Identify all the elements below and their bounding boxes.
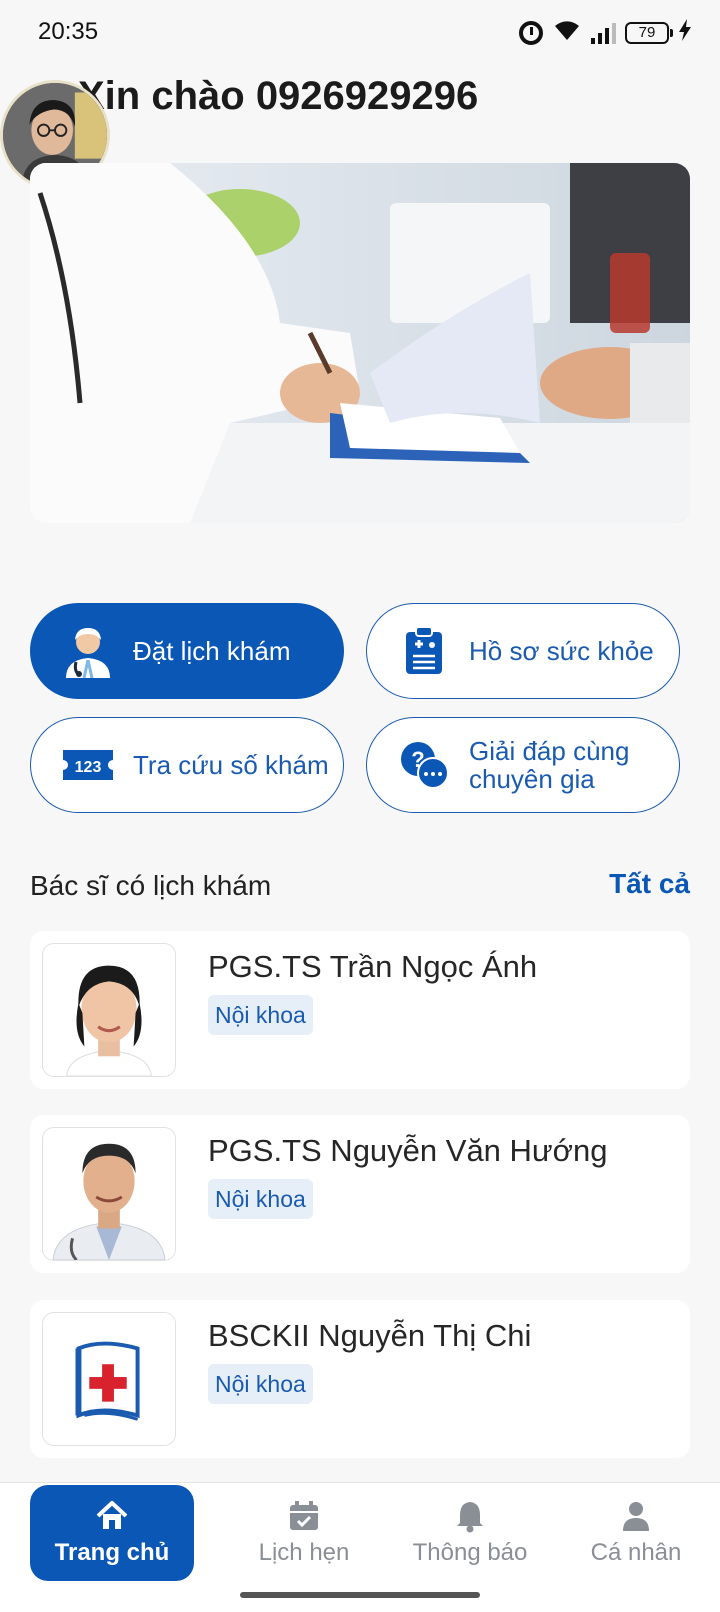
nav-appointments-label: Lịch hẹn xyxy=(258,1539,350,1566)
doctor-photo xyxy=(42,1127,176,1261)
calendar-icon xyxy=(290,1501,318,1530)
lookup-number-label: Tra cứu số khám xyxy=(133,750,329,780)
doctor-name: PGS.TS Trần Ngọc Ánh xyxy=(208,949,538,984)
doctor-icon xyxy=(61,624,115,678)
nav-notifications[interactable]: Thông báo xyxy=(388,1485,552,1581)
home-indicator[interactable] xyxy=(240,1592,480,1598)
nav-profile[interactable]: Cá nhân xyxy=(554,1485,718,1581)
status-icons: 79 xyxy=(519,18,692,47)
doctor-card[interactable]: PGS.TS Trần Ngọc Ánh Nội khoa xyxy=(30,931,690,1089)
lookup-number-button[interactable]: 123 Tra cứu số khám xyxy=(30,717,344,813)
quick-actions: Đặt lịch khám Hồ sơ sức khỏe 123 Tra cứu… xyxy=(30,603,681,813)
hero-banner xyxy=(30,163,690,523)
status-time: 20:35 xyxy=(38,18,99,45)
alarm-icon xyxy=(519,20,543,45)
doctor-name: PGS.TS Nguyễn Văn Hướng xyxy=(208,1133,608,1168)
nav-profile-label: Cá nhân xyxy=(590,1539,682,1566)
ticket-number-icon: 123 xyxy=(61,738,115,792)
battery-icon: 79 xyxy=(625,21,673,44)
question-chat-icon: ? xyxy=(397,738,451,792)
nav-appointments[interactable]: Lịch hẹn xyxy=(222,1485,386,1581)
nav-home[interactable]: Trang chủ xyxy=(30,1485,194,1581)
doctor-card[interactable]: PGS.TS Nguyễn Văn Hướng Nội khoa xyxy=(30,1115,690,1273)
nav-home-label: Trang chủ xyxy=(54,1539,170,1566)
specialty-badge: Nội khoa xyxy=(208,1364,313,1404)
status-bar: 20:35 79 xyxy=(0,0,720,66)
wifi-icon xyxy=(552,18,582,47)
signal-icon xyxy=(591,22,616,44)
book-appointment-label: Đặt lịch khám xyxy=(133,636,291,666)
health-record-button[interactable]: Hồ sơ sức khỏe xyxy=(366,603,680,699)
doctors-section-header: Bác sĩ có lịch khám Tất cả xyxy=(30,868,690,910)
doctor-photo xyxy=(42,943,176,1077)
home-icon xyxy=(96,1501,128,1529)
nav-notifications-label: Thông báo xyxy=(412,1539,528,1566)
person-icon xyxy=(623,1502,649,1531)
ask-expert-label: Giải đáp cùng chuyên gia xyxy=(469,736,630,794)
doctor-name: BSCKII Nguyễn Thị Chi xyxy=(208,1318,532,1353)
clipboard-icon xyxy=(397,624,451,678)
specialty-badge: Nội khoa xyxy=(208,995,313,1035)
section-title: Bác sĩ có lịch khám xyxy=(30,870,272,901)
svg-text:123: 123 xyxy=(75,759,102,776)
doctor-card[interactable]: BSCKII Nguyễn Thị Chi Nội khoa xyxy=(30,1300,690,1458)
hospital-logo-icon xyxy=(42,1312,176,1446)
health-record-label: Hồ sơ sức khỏe xyxy=(469,636,654,666)
specialty-badge: Nội khoa xyxy=(208,1179,313,1219)
bell-icon xyxy=(457,1502,483,1533)
greeting-text: Xin chào 0926929296 xyxy=(78,74,479,118)
ask-expert-button[interactable]: ? Giải đáp cùng chuyên gia xyxy=(366,717,680,813)
book-appointment-button[interactable]: Đặt lịch khám xyxy=(30,603,344,699)
charging-icon xyxy=(678,18,692,47)
see-all-link[interactable]: Tất cả xyxy=(609,868,690,900)
